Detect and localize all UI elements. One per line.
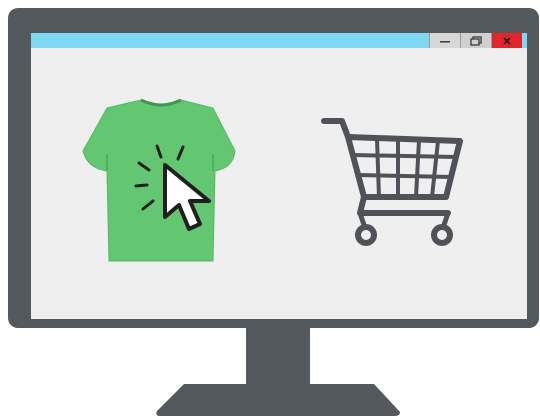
monitor-stand (156, 384, 400, 416)
